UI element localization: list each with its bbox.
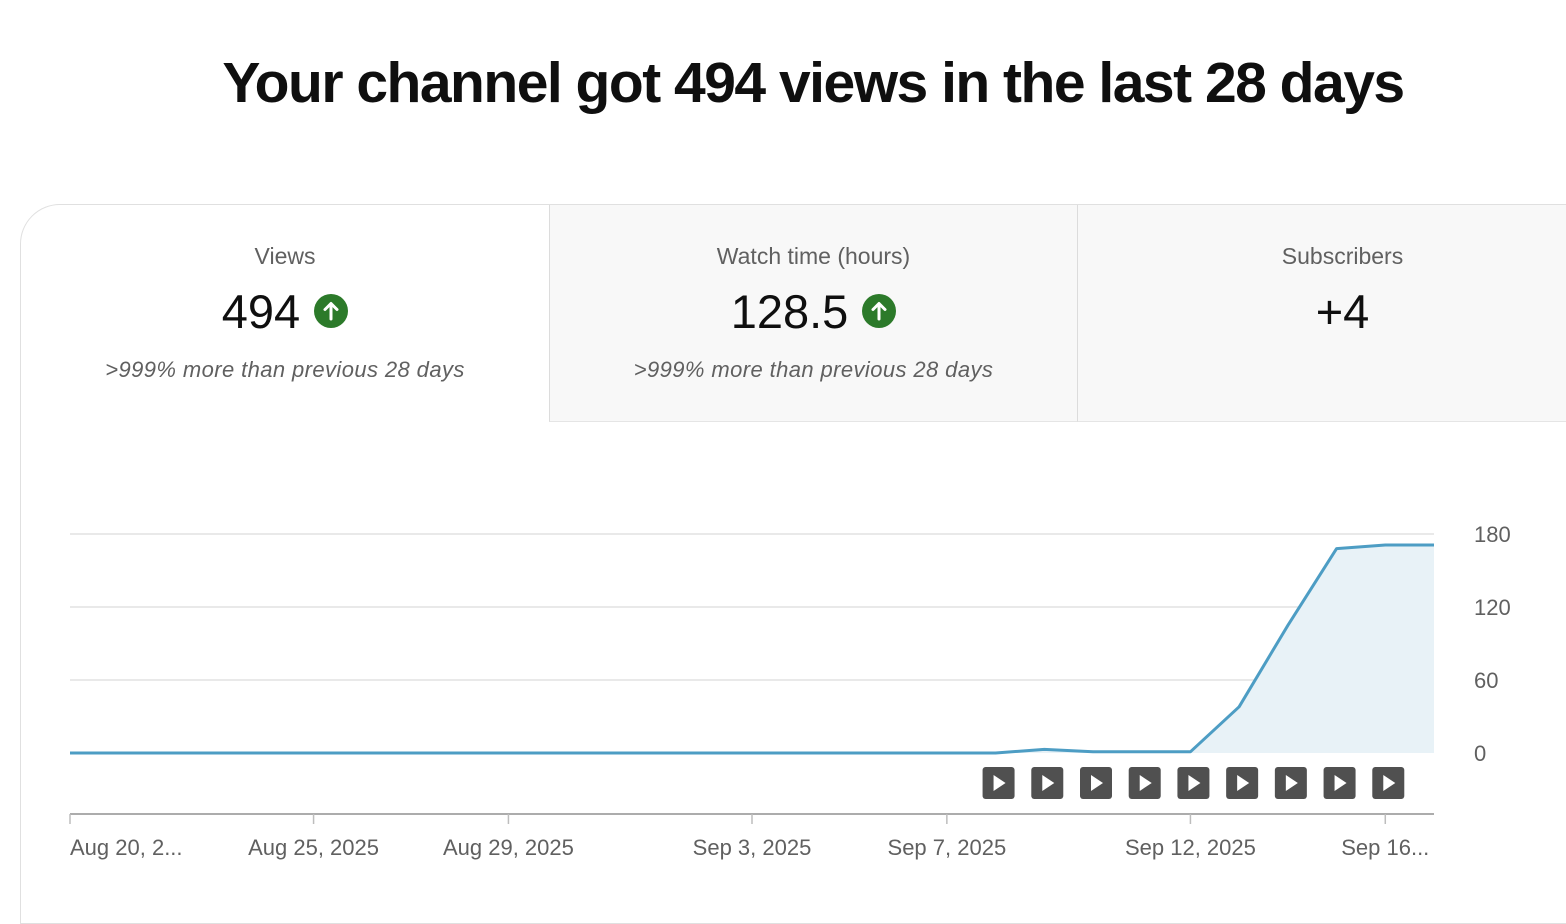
data-point[interactable] <box>405 747 417 759</box>
video-marker-icon[interactable] <box>982 767 1015 799</box>
y-tick-label: 180 <box>1474 522 1511 547</box>
data-point[interactable] <box>1087 746 1099 758</box>
video-marker-icon[interactable] <box>1031 767 1064 799</box>
data-point[interactable] <box>64 747 76 759</box>
data-point[interactable] <box>892 747 904 759</box>
data-point[interactable] <box>990 747 1002 759</box>
data-point[interactable] <box>356 747 368 759</box>
data-point[interactable] <box>502 747 514 759</box>
data-point[interactable] <box>1331 543 1343 555</box>
data-point[interactable] <box>649 747 661 759</box>
video-marker-icon[interactable] <box>1080 767 1112 799</box>
x-tick-label: Aug 20, 2... <box>70 835 183 860</box>
data-point[interactable] <box>161 747 173 759</box>
data-point[interactable] <box>697 747 709 759</box>
data-point[interactable] <box>795 747 807 759</box>
data-point[interactable] <box>113 747 125 759</box>
x-tick-label: Sep 7, 2025 <box>888 835 1007 860</box>
series-area <box>70 545 1434 753</box>
video-marker-icon[interactable] <box>1128 767 1161 799</box>
x-tick-label: Sep 16... <box>1341 835 1429 860</box>
data-point[interactable] <box>1184 746 1196 758</box>
data-point[interactable] <box>1038 743 1050 755</box>
data-point[interactable] <box>210 747 222 759</box>
data-point[interactable] <box>1282 619 1294 631</box>
views-chart: 0 60 120 180 Aug 20, 2... Aug 25, 2025 Aug 29,… <box>64 522 1511 860</box>
data-point[interactable] <box>551 747 563 759</box>
x-tick-label: Sep 3, 2025 <box>693 835 812 860</box>
data-point[interactable] <box>746 747 758 759</box>
data-point[interactable] <box>1233 701 1245 713</box>
data-point[interactable] <box>454 747 466 759</box>
y-tick-label: 60 <box>1474 668 1498 693</box>
video-marker-icon[interactable] <box>1323 767 1356 799</box>
data-point[interactable] <box>1136 746 1148 758</box>
data-point[interactable] <box>259 747 271 759</box>
video-marker-icon[interactable] <box>1274 767 1307 799</box>
video-marker-icon[interactable] <box>1372 767 1405 799</box>
x-tick-label: Aug 25, 2025 <box>248 835 379 860</box>
data-point[interactable] <box>600 747 612 759</box>
x-tick-label: Aug 29, 2025 <box>443 835 574 860</box>
data-point[interactable] <box>941 747 953 759</box>
data-point[interactable] <box>843 747 855 759</box>
data-point[interactable] <box>1428 539 1440 551</box>
data-point[interactable] <box>1379 539 1391 551</box>
video-marker-icon[interactable] <box>1177 767 1210 799</box>
y-tick-label: 120 <box>1474 595 1511 620</box>
x-tick-label: Sep 12, 2025 <box>1125 835 1256 860</box>
video-marker-icon[interactable] <box>1226 767 1259 799</box>
data-point[interactable] <box>308 747 320 759</box>
y-tick-label: 0 <box>1474 741 1486 766</box>
